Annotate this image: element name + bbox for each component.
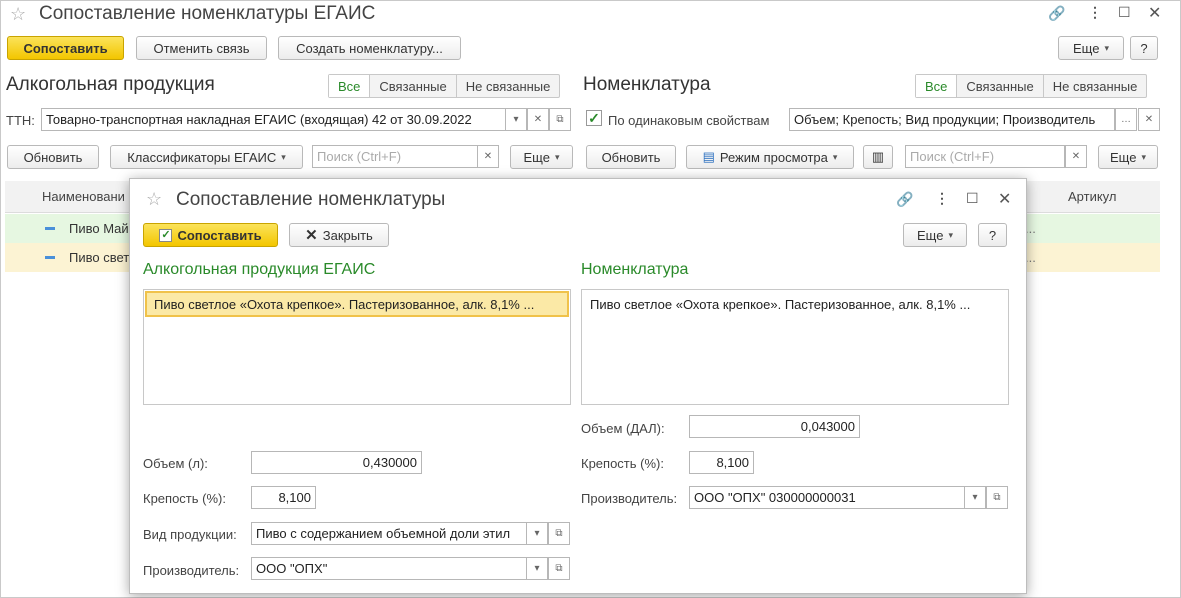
match-button[interactable]: ✓ Сопоставить [143,223,278,247]
right-filter-switch: Все Связанные Не связанные [915,74,1148,98]
more-button[interactable]: Еще ▾ [1058,36,1124,60]
more-button[interactable]: Еще ▾ [510,145,573,169]
ttn-open-button[interactable]: ⧉ [549,108,571,131]
volume-label: Объем (ДАЛ): [581,421,665,436]
view-mode-icon: ▤ [702,149,715,164]
ttn-clear-button[interactable]: ✕ [527,108,549,131]
close-button[interactable]: ✕ Закрыть [289,223,389,247]
column-article[interactable]: Артикул [1068,189,1116,204]
props-select-button[interactable]: … [1115,108,1137,131]
props-clear-button[interactable]: ✕ [1138,108,1160,131]
view-mode-button[interactable]: ▤ Режим просмотра ▾ [686,145,854,169]
row-name: Пиво свет [69,250,130,265]
dropdown-arrow-icon: ▾ [1104,42,1109,53]
search-clear-button[interactable]: ✕ [477,145,499,168]
strength-field[interactable]: 8,100 [689,451,754,474]
dropdown-arrow-icon: ▾ [948,229,953,240]
help-button[interactable]: ? [978,223,1007,247]
window-title: Сопоставление номенклатуры ЕГАИС [39,3,376,24]
dropdown-arrow-icon: ▾ [554,151,560,162]
dropdown-button[interactable]: ▾ [964,486,986,509]
filter-all[interactable]: Все [329,75,370,97]
more-button[interactable]: Еще ▾ [903,223,967,247]
unlink-button[interactable]: Отменить связь [136,36,267,60]
match-button[interactable]: Сопоставить [7,36,124,60]
dropdown-arrow-icon: ▾ [1141,151,1146,162]
egais-products-heading: Алкогольная продукция ЕГАИС [143,261,376,278]
open-button[interactable]: ⧉ [548,557,570,580]
ttn-field[interactable]: Товарно-транспортная накладная ЕГАИС (вх… [41,108,506,131]
close-icon[interactable]: ✕ [1148,3,1161,23]
producer-label: Производитель: [581,491,678,506]
filter-unlinked[interactable]: Не связанные [455,75,560,97]
dropdown-button[interactable]: ▾ [526,557,548,580]
maximize-icon[interactable]: ☐ [966,190,979,207]
strength-field[interactable]: 8,100 [251,486,316,509]
filter-linked[interactable]: Связанные [369,75,455,97]
list-item[interactable]: Пиво светлое «Охота крепкое». Пастеризов… [583,291,1007,317]
close-icon[interactable]: ✕ [998,189,1011,209]
props-field[interactable]: Объем; Крепость; Вид продукции; Производ… [789,108,1115,131]
nomenclature-list[interactable]: Пиво светлое «Охота крепкое». Пастеризов… [581,289,1009,405]
egais-products-list[interactable]: Пиво светлое «Охота крепкое». Пастеризов… [143,289,571,405]
same-props-label: По одинаковым свойствам [608,113,770,128]
filter-unlinked[interactable]: Не связанные [1042,75,1147,97]
refresh-button[interactable]: Обновить [586,145,676,169]
open-button[interactable]: ⧉ [986,486,1008,509]
column-name[interactable]: Наименовани [42,189,125,204]
volume-field[interactable]: 0,043000 [689,415,860,438]
more-vert-icon[interactable]: ⋮ [1088,4,1102,21]
more-button[interactable]: Еще ▾ [1098,145,1158,169]
dropdown-arrow-icon: ▾ [281,151,286,162]
more-vert-icon[interactable]: ⋮ [935,190,949,207]
strength-label: Крепость (%): [581,456,664,471]
volume-field[interactable]: 0,430000 [251,451,422,474]
open-button[interactable]: ⧉ [548,522,570,545]
barcode-button[interactable]: ▥ [863,145,893,169]
volume-label: Объем (л): [143,456,208,471]
left-filter-switch: Все Связанные Не связанные [328,74,561,98]
list-item[interactable]: Пиво светлое «Охота крепкое». Пастеризов… [145,291,569,317]
product-type-field[interactable]: Пиво с содержанием объемной доли этил [251,522,527,545]
same-props-checkbox[interactable]: ✓ [586,110,602,126]
ttn-label: ТТН: [6,113,35,128]
producer-field[interactable]: ООО "ОПХ" [251,557,527,580]
ttn-dropdown-button[interactable]: ▾ [505,108,527,131]
favorite-star-icon[interactable]: ☆ [10,4,26,25]
create-nomenclature-button[interactable]: Создать номенклатуру... [278,36,461,60]
x-icon: ✕ [305,227,318,244]
row-name: Пиво Май [69,221,129,236]
link-icon[interactable]: 🔗 [1048,5,1065,22]
producer-label: Производитель: [143,563,240,578]
search-input[interactable]: Поиск (Ctrl+F) [312,145,478,168]
right-section-title: Номенклатура [583,74,711,95]
dropdown-arrow-icon: ▾ [832,151,838,162]
search-input[interactable]: Поиск (Ctrl+F) [905,145,1065,168]
filter-linked[interactable]: Связанные [956,75,1042,97]
left-section-title: Алкогольная продукция [6,74,215,95]
refresh-button[interactable]: Обновить [7,145,99,169]
dropdown-button[interactable]: ▾ [526,522,548,545]
link-icon[interactable]: 🔗 [896,191,913,208]
product-type-label: Вид продукции: [143,527,237,542]
row-marker-icon [45,256,55,259]
help-button[interactable]: ? [1130,36,1158,60]
search-clear-button[interactable]: ✕ [1065,145,1087,168]
favorite-star-icon[interactable]: ☆ [146,189,162,210]
filter-all[interactable]: Все [916,75,957,97]
match-dialog: ☆ Сопоставление номенклатуры 🔗 ⋮ ☐ ✕ ✓ Со… [129,178,1027,594]
classifiers-button[interactable]: Классификаторы ЕГАИС ▾ [110,145,303,169]
check-icon: ✓ [159,228,173,242]
strength-label: Крепость (%): [143,491,226,506]
nomenclature-heading: Номенклатура [581,261,689,278]
producer-field[interactable]: ООО "ОПХ" 030000000031 [689,486,965,509]
dialog-title: Сопоставление номенклатуры [176,189,446,210]
barcode-icon: ▥ [871,149,885,164]
row-marker-icon [45,227,55,230]
maximize-icon[interactable]: ☐ [1118,4,1131,21]
